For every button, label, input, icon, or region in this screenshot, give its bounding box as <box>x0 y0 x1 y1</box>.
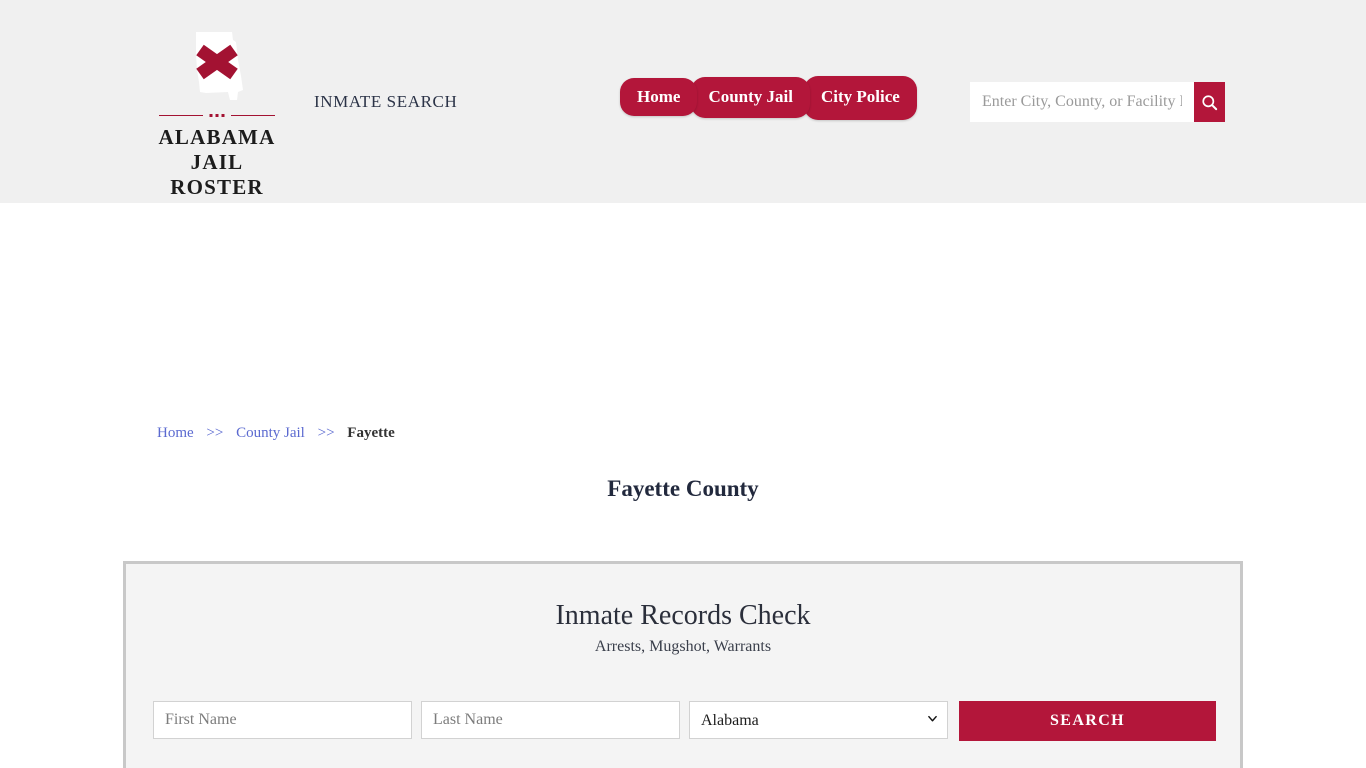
page-title: Fayette County <box>607 476 759 501</box>
panel-title: Inmate Records Check <box>555 600 811 631</box>
breadcrumb-separator: >> <box>317 425 335 441</box>
main-navigation: Home County Jail City Police <box>620 76 917 126</box>
alabama-state-icon <box>186 30 248 108</box>
breadcrumb-item-home[interactable]: Home <box>157 425 194 441</box>
inmate-records-panel: Inmate Records Check Arrests, Mugshot, W… <box>123 561 1243 768</box>
inmate-search-button[interactable]: SEARCH <box>959 701 1216 741</box>
logo-text-line1: ALABAMA <box>158 125 276 149</box>
site-tagline: INMATE SEARCH <box>314 92 458 111</box>
search-icon <box>1202 94 1218 110</box>
breadcrumb-separator: >> <box>206 425 224 441</box>
last-name-input[interactable] <box>421 701 680 739</box>
nav-item-city-police[interactable]: City Police <box>803 76 917 120</box>
breadcrumb-item-county-jail[interactable]: County Jail <box>236 425 305 441</box>
state-select-wrapper: Alabama <box>689 701 948 739</box>
state-select[interactable]: Alabama <box>689 701 948 739</box>
header-search <box>970 82 1225 122</box>
site-header: ALABAMA JAIL ROSTER INMATE SEARCH Home C… <box>0 0 1366 203</box>
breadcrumb-item-current: Fayette <box>347 425 395 441</box>
panel-subtitle: Arrests, Mugshot, Warrants <box>594 638 772 655</box>
logo-divider <box>159 112 275 119</box>
logo-text-line2: JAIL ROSTER <box>170 149 264 199</box>
breadcrumb: Home >> County Jail >> Fayette <box>157 425 395 442</box>
inmate-search-form: Alabama SEARCH <box>153 701 1217 741</box>
header-search-button[interactable] <box>1194 82 1225 122</box>
first-name-input[interactable] <box>153 701 412 739</box>
site-logo[interactable]: ALABAMA JAIL ROSTER <box>152 30 282 199</box>
nav-item-home[interactable]: Home <box>620 78 698 116</box>
header-search-input[interactable] <box>970 82 1194 122</box>
nav-item-county-jail[interactable]: County Jail <box>691 77 810 118</box>
